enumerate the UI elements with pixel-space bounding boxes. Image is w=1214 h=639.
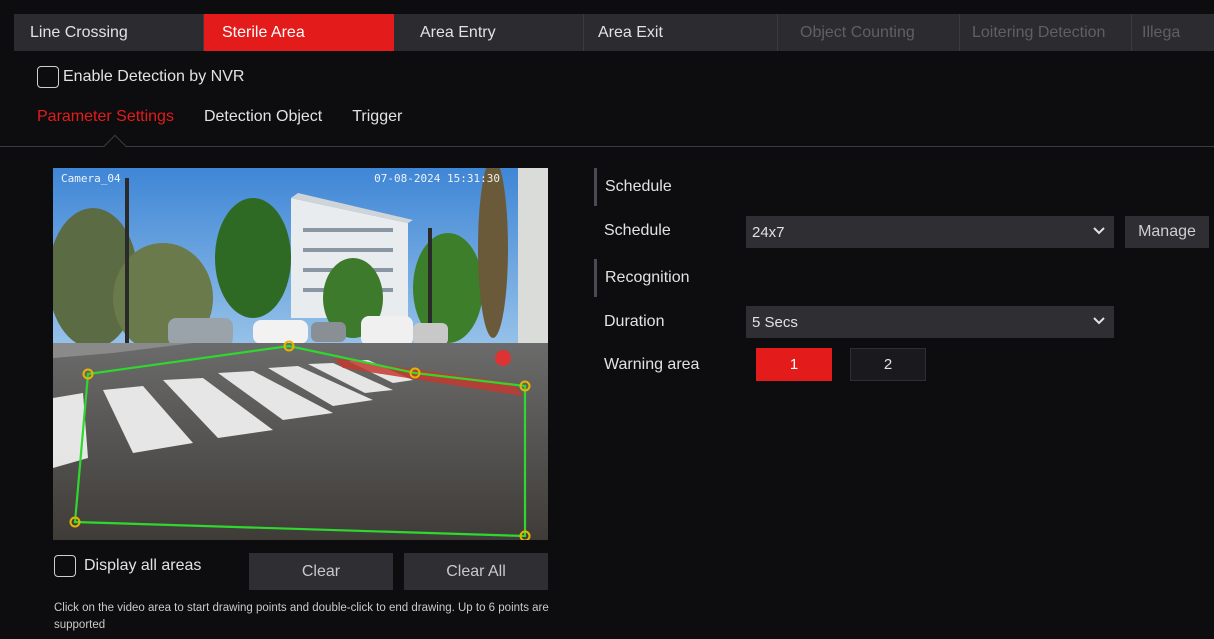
duration-select[interactable]: 5 Secs — [746, 306, 1114, 338]
tab-trigger[interactable]: Trigger — [352, 108, 402, 126]
recognition-section-header: Recognition — [594, 259, 690, 297]
sub-tab-bar: Parameter Settings Detection Object Trig… — [37, 108, 432, 126]
clear-all-button[interactable]: Clear All — [404, 553, 548, 590]
schedule-select[interactable]: 24x7 — [746, 216, 1114, 248]
function-tab-bar: Line Crossing Sterile Area Area Entry Ar… — [14, 14, 1214, 51]
duration-label: Duration — [604, 313, 665, 330]
display-all-areas-checkbox[interactable] — [54, 555, 76, 577]
tab-area-entry[interactable]: Area Entry — [394, 14, 584, 51]
warning-area-1-button[interactable]: 1 — [756, 348, 832, 381]
manage-schedule-button[interactable]: Manage — [1125, 216, 1209, 248]
warning-area-label: Warning area — [604, 356, 700, 373]
osd-timestamp: 07-08-2024 15:31:30 — [374, 172, 500, 185]
chevron-down-icon — [1093, 317, 1105, 325]
tab-sterile-area[interactable]: Sterile Area — [204, 14, 394, 51]
camera-scene — [53, 168, 548, 540]
tab-illegal-parking[interactable]: Illega — [1132, 14, 1212, 51]
warning-area-2-button[interactable]: 2 — [850, 348, 926, 381]
chevron-down-icon — [1093, 227, 1105, 235]
enable-detection-row[interactable]: Enable Detection by NVR — [37, 66, 244, 88]
tab-loitering-detection[interactable]: Loitering Detection — [960, 14, 1132, 51]
tab-line-crossing[interactable]: Line Crossing — [14, 14, 204, 51]
enable-detection-label: Enable Detection by NVR — [63, 68, 245, 85]
enable-detection-checkbox[interactable] — [37, 66, 59, 88]
schedule-label: Schedule — [604, 222, 671, 239]
tab-object-counting[interactable]: Object Counting — [778, 14, 960, 51]
drawing-hint-text: Click on the video area to start drawing… — [54, 602, 549, 631]
schedule-select-value: 24x7 — [752, 223, 785, 241]
active-tab-caret — [103, 134, 127, 158]
schedule-section-header: Schedule — [594, 168, 672, 206]
sub-tab-divider — [0, 146, 1214, 147]
video-preview[interactable]: Camera_04 07-08-2024 15:31:30 — [53, 168, 548, 540]
tab-detection-object[interactable]: Detection Object — [204, 108, 322, 126]
display-all-areas-label: Display all areas — [84, 557, 202, 574]
tab-area-exit[interactable]: Area Exit — [584, 14, 778, 51]
display-all-areas-row[interactable]: Display all areas — [54, 555, 201, 577]
osd-camera-name: Camera_04 — [61, 172, 121, 185]
clear-button[interactable]: Clear — [249, 553, 393, 590]
duration-select-value: 5 Secs — [752, 313, 798, 331]
tab-parameter-settings[interactable]: Parameter Settings — [37, 108, 174, 126]
